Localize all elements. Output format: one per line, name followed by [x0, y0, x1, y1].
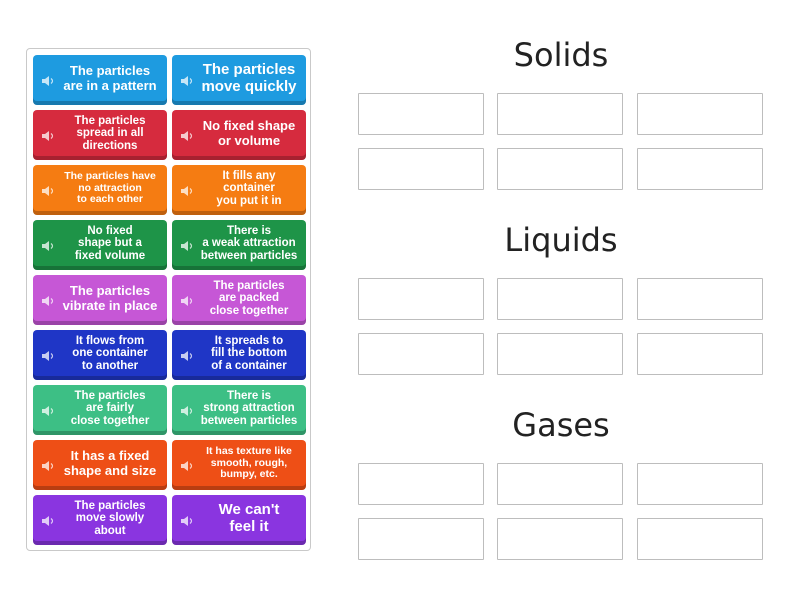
category-title-solids: Solids	[513, 36, 609, 74]
drop-slot-liquids[interactable]	[358, 278, 484, 320]
drop-slot-gases[interactable]	[637, 518, 763, 560]
draggable-tile[interactable]: The particles are in a pattern	[33, 55, 167, 105]
tile-label: It spreads to fill the bottom of a conta…	[210, 334, 287, 372]
draggable-tile[interactable]: It flows from one container to another	[33, 330, 167, 380]
draggable-tile[interactable]: The particles are packed close together	[172, 275, 306, 325]
drop-slot-solids[interactable]	[358, 93, 484, 135]
tile-label: The particles move quickly	[201, 60, 297, 95]
drop-slot-solids[interactable]	[497, 93, 623, 135]
drop-slot-solids[interactable]	[637, 93, 763, 135]
draggable-tile[interactable]: No fixed shape or volume	[172, 110, 306, 160]
tile-label: It has texture like smooth, rough, bumpy…	[206, 444, 292, 481]
speaker-icon[interactable]	[41, 74, 55, 86]
speaker-icon[interactable]	[41, 239, 55, 251]
speaker-icon[interactable]	[41, 349, 55, 361]
speaker-icon[interactable]	[41, 514, 55, 526]
draggable-tile[interactable]: We can't feel it	[172, 495, 306, 545]
drop-slot-solids[interactable]	[637, 148, 763, 190]
tile-label: No fixed shape but a fixed volume	[74, 224, 146, 262]
speaker-icon[interactable]	[180, 129, 194, 141]
tile-label: The particles spread in all directions	[74, 114, 146, 152]
tile-label: It fills any container you put it in	[216, 169, 282, 207]
draggable-tile[interactable]: The particles spread in all directions	[33, 110, 167, 160]
speaker-icon[interactable]	[180, 404, 194, 416]
tile-label: The particles move slowly about	[74, 499, 146, 537]
drop-slot-solids[interactable]	[358, 148, 484, 190]
drop-slot-gases[interactable]	[497, 463, 623, 505]
tile-label: The particles are packed close together	[209, 279, 289, 317]
tile-label: There is a weak attraction between parti…	[200, 224, 298, 262]
draggable-tile[interactable]: The particles move slowly about	[33, 495, 167, 545]
tile-label: The particles have no attraction to each…	[64, 169, 156, 206]
speaker-icon[interactable]	[180, 349, 194, 361]
speaker-icon[interactable]	[180, 184, 194, 196]
category-title-liquids: Liquids	[504, 221, 618, 259]
speaker-icon[interactable]	[41, 184, 55, 196]
drop-slot-gases[interactable]	[358, 463, 484, 505]
draggable-tile[interactable]: The particles move quickly	[172, 55, 306, 105]
drop-slot-liquids[interactable]	[637, 333, 763, 375]
drop-slot-gases[interactable]	[637, 463, 763, 505]
speaker-icon[interactable]	[180, 239, 194, 251]
draggable-tile[interactable]: The particles are fairly close together	[33, 385, 167, 435]
tile-label: The particles are in a pattern	[63, 62, 157, 93]
draggable-tile[interactable]: It fills any container you put it in	[172, 165, 306, 215]
tile-label: It has a fixed shape and size	[63, 447, 157, 478]
draggable-tile[interactable]: The particles vibrate in place	[33, 275, 167, 325]
group-sort-activity: The particles are in a pattern The partic…	[0, 0, 800, 600]
draggable-tile[interactable]: The particles have no attraction to each…	[33, 165, 167, 215]
tile-label: We can't feel it	[218, 500, 280, 535]
speaker-icon[interactable]	[41, 404, 55, 416]
tile-label: No fixed shape or volume	[202, 117, 296, 148]
drop-slot-gases[interactable]	[358, 518, 484, 560]
tile-label: The particles vibrate in place	[62, 282, 158, 313]
tile-label: The particles are fairly close together	[70, 389, 150, 427]
speaker-icon[interactable]	[180, 294, 194, 306]
category-title-gases: Gases	[512, 406, 610, 444]
draggable-tile[interactable]: It has a fixed shape and size	[33, 440, 167, 490]
drop-slot-liquids[interactable]	[497, 278, 623, 320]
speaker-icon[interactable]	[180, 459, 194, 471]
drop-slot-liquids[interactable]	[358, 333, 484, 375]
draggable-tile[interactable]: There is strong attraction between parti…	[172, 385, 306, 435]
drop-slot-liquids[interactable]	[497, 333, 623, 375]
tile-bank: The particles are in a pattern The partic…	[26, 48, 311, 551]
speaker-icon[interactable]	[41, 129, 55, 141]
draggable-tile[interactable]: There is a weak attraction between parti…	[172, 220, 306, 270]
drop-slot-solids[interactable]	[497, 148, 623, 190]
draggable-tile[interactable]: It has texture like smooth, rough, bumpy…	[172, 440, 306, 490]
tile-label: It flows from one container to another	[72, 334, 148, 372]
drop-slot-gases[interactable]	[497, 518, 623, 560]
draggable-tile[interactable]: It spreads to fill the bottom of a conta…	[172, 330, 306, 380]
speaker-icon[interactable]	[41, 459, 55, 471]
draggable-tile[interactable]: No fixed shape but a fixed volume	[33, 220, 167, 270]
speaker-icon[interactable]	[180, 74, 194, 86]
speaker-icon[interactable]	[41, 294, 55, 306]
drop-slot-liquids[interactable]	[637, 278, 763, 320]
tile-label: There is strong attraction between parti…	[200, 389, 298, 427]
speaker-icon[interactable]	[180, 514, 194, 526]
